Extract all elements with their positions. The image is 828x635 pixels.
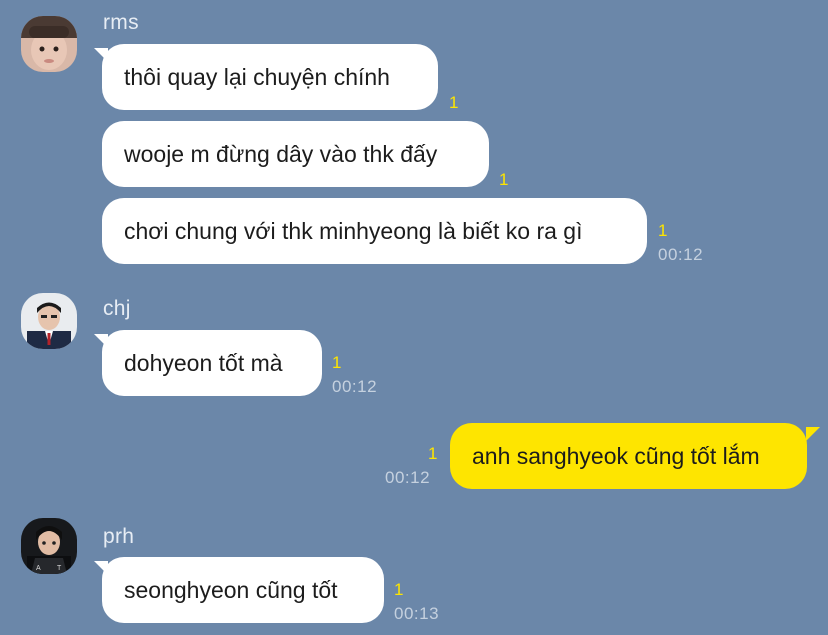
message-text: chơi chung với thk minhyeong là biết ko … xyxy=(124,218,583,244)
sender-name: chj xyxy=(103,297,131,320)
message-bubble[interactable]: seonghyeon cũng tốt xyxy=(102,557,384,623)
avatar-chj[interactable] xyxy=(21,293,77,349)
profile-photo-icon xyxy=(21,293,77,349)
message-bubble[interactable]: dohyeon tốt mà xyxy=(102,330,322,396)
sender-name: prh xyxy=(103,525,135,548)
profile-photo-icon: A T xyxy=(21,518,77,574)
avatar-rms[interactable] xyxy=(21,16,77,72)
sender-name: rms xyxy=(103,11,139,34)
message-bubble[interactable]: chơi chung với thk minhyeong là biết ko … xyxy=(102,198,647,264)
unread-count: 1 xyxy=(449,93,459,112)
profile-photo-icon xyxy=(21,16,77,72)
message-text: seonghyeon cũng tốt xyxy=(124,577,338,603)
unread-count: 1 xyxy=(332,353,342,372)
bubble-tail xyxy=(806,427,820,441)
unread-count: 1 xyxy=(428,444,438,463)
message-bubble[interactable]: wooje m đừng dây vào thk đấy xyxy=(102,121,489,187)
unread-count: 1 xyxy=(499,170,509,189)
my-message-bubble[interactable]: anh sanghyeok cũng tốt lắm xyxy=(450,423,807,489)
unread-count: 1 xyxy=(658,221,668,240)
unread-count: 1 xyxy=(394,580,404,599)
message-text: thôi quay lại chuyện chính xyxy=(124,64,390,90)
message-text: anh sanghyeok cũng tốt lắm xyxy=(472,443,760,469)
message-text: wooje m đừng dây vào thk đấy xyxy=(124,141,438,167)
svg-text:T: T xyxy=(57,565,62,572)
timestamp: 00:12 xyxy=(332,377,378,396)
message-bubble[interactable]: thôi quay lại chuyện chính xyxy=(102,44,438,110)
avatar-prh[interactable]: A T xyxy=(21,518,77,574)
timestamp: 00:12 xyxy=(658,245,704,264)
timestamp: 00:12 xyxy=(385,468,431,487)
svg-text:A: A xyxy=(36,565,41,572)
message-text: dohyeon tốt mà xyxy=(124,350,283,376)
timestamp: 00:13 xyxy=(394,604,440,623)
